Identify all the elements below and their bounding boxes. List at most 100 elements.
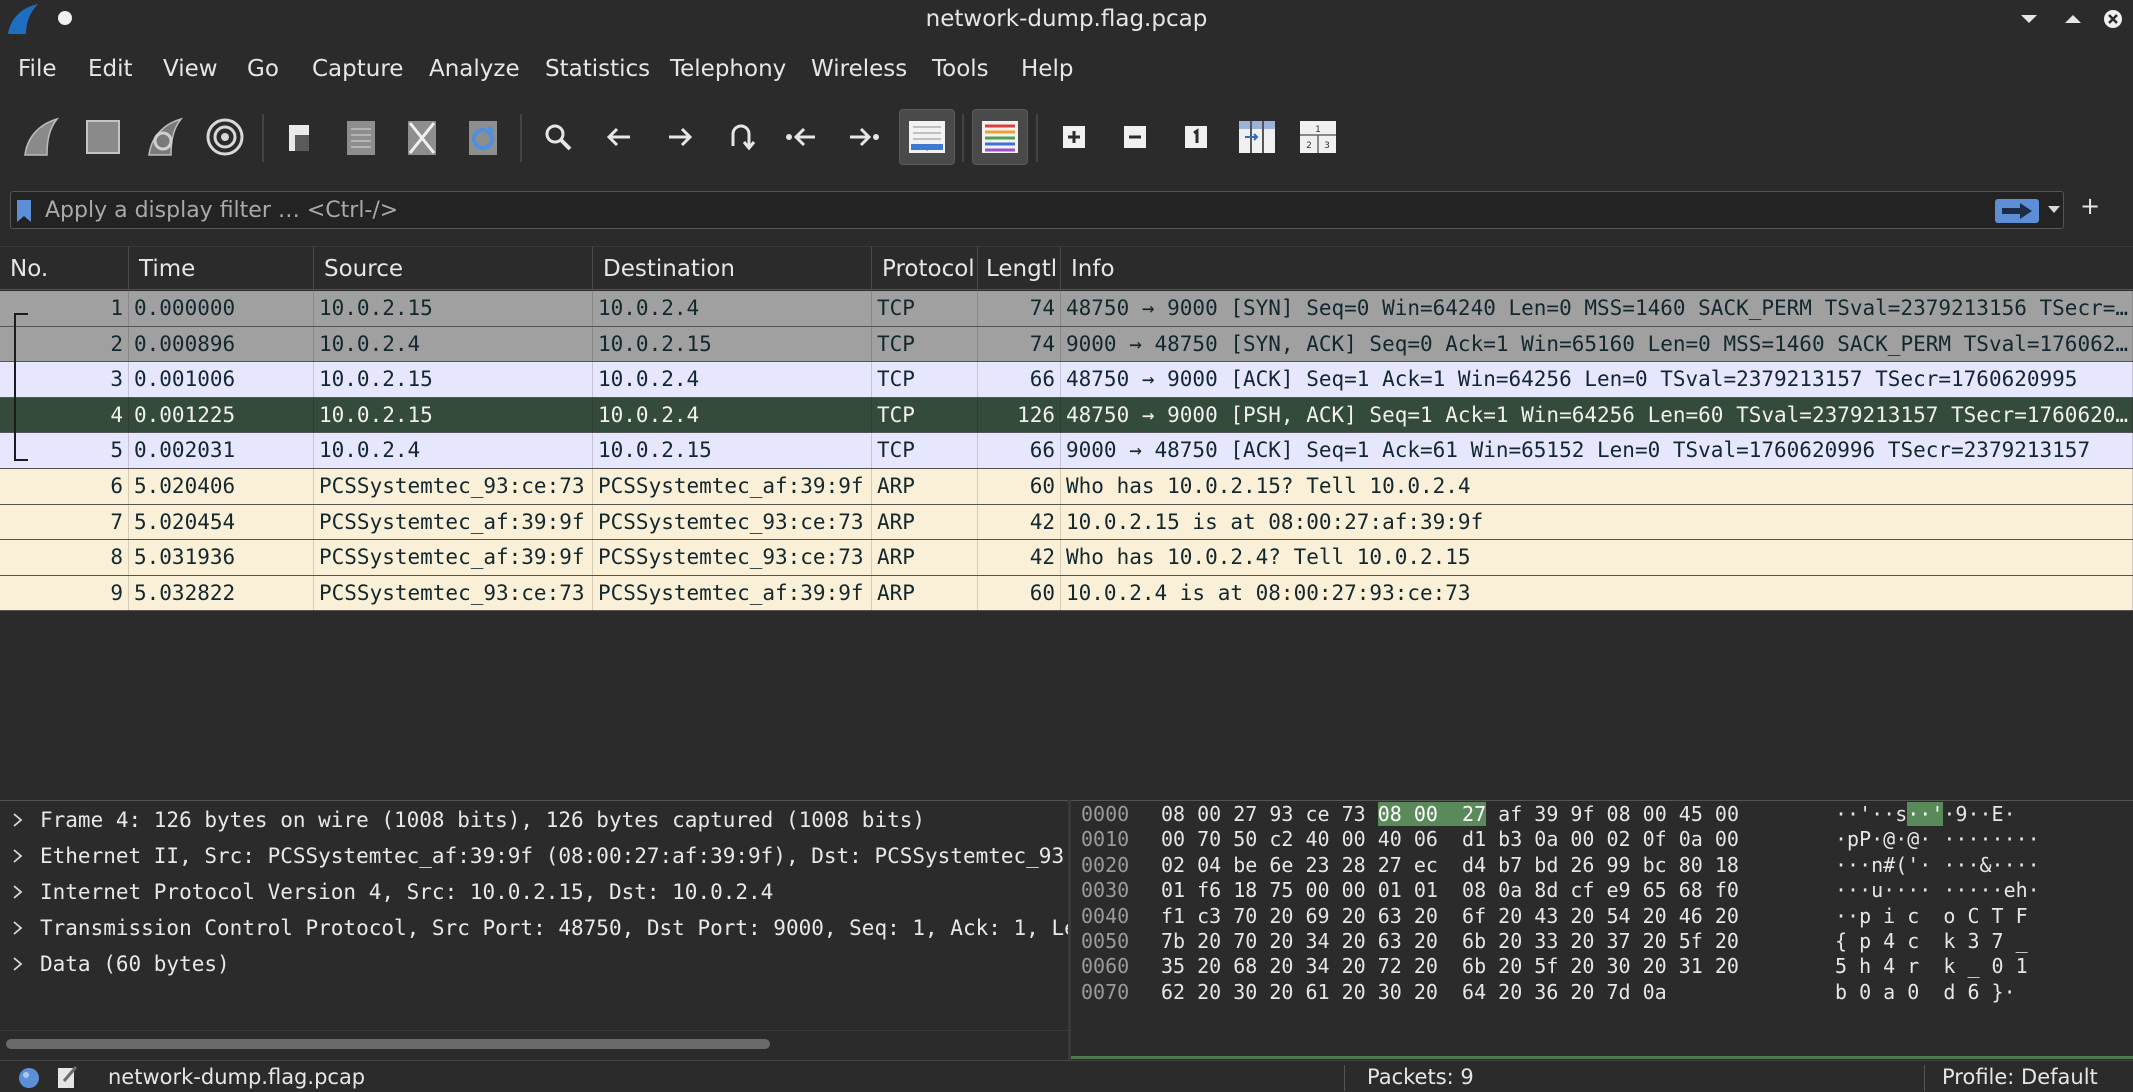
column-time[interactable]: Time <box>129 247 314 291</box>
menu-tools[interactable]: Tools <box>932 56 989 82</box>
resize-columns-button[interactable] <box>1232 112 1282 162</box>
apply-filter-button[interactable] <box>1995 199 2039 223</box>
chevron-right-icon[interactable] <box>12 813 24 827</box>
save-file-button[interactable] <box>336 112 386 162</box>
capture-comment-icon[interactable] <box>56 1065 78 1089</box>
go-to-packet-button[interactable] <box>716 112 766 162</box>
reload-file-button[interactable] <box>458 112 508 162</box>
resize-columns-icon <box>1239 121 1275 153</box>
packet-row[interactable]: 4 0.001225 10.0.2.15 10.0.2.4 TCP 126 48750 → … <box>0 397 2133 434</box>
bytes-ascii[interactable]: 5 h 4 r k _ 0 1 <box>1835 954 2040 979</box>
display-filter-input[interactable] <box>45 194 1995 226</box>
details-tree-item[interactable]: Frame 4: 126 bytes on wire (1008 bits), … <box>0 802 1068 838</box>
bytes-hex[interactable]: 62 20 30 20 61 20 30 20 64 20 36 20 7d 0… <box>1161 980 1667 1005</box>
bytes-hex[interactable]: 02 04 be 6e 23 28 27 ec d4 b7 bd 26 99 b… <box>1161 853 1739 878</box>
bytes-ascii[interactable]: ···u···· ·····eh· <box>1835 878 2040 903</box>
menu-go[interactable]: Go <box>247 56 279 82</box>
packet-cell-protocol: TCP <box>872 291 978 326</box>
zoom-out-button[interactable] <box>1110 112 1160 162</box>
packet-cell-destination: PCSSystemtec_af:39:9f <box>593 575 872 611</box>
expert-info-icon[interactable] <box>18 1067 40 1089</box>
bytes-hex[interactable]: 00 70 50 c2 40 00 40 06 d1 b3 0a 00 02 0… <box>1161 827 1739 852</box>
close-window-icon[interactable] <box>2100 6 2126 32</box>
bytes-ascii[interactable]: { p 4 c k 3 7 _ <box>1835 929 2040 954</box>
details-tree-item[interactable]: Data (60 bytes) <box>0 946 1068 982</box>
zoom-normal-button[interactable] <box>1171 112 1221 162</box>
menu-statistics[interactable]: Statistics <box>545 56 650 82</box>
column-no[interactable]: No. <box>0 247 129 291</box>
maximize-icon[interactable] <box>2060 6 2086 32</box>
stop-capture-button[interactable] <box>78 112 128 162</box>
column-info[interactable]: Info <box>1061 247 2133 291</box>
bytes-hex[interactable]: 7b 20 70 20 34 20 63 20 6b 20 33 20 37 2… <box>1161 929 1739 954</box>
column-protocol[interactable]: Protocol <box>872 247 978 291</box>
packet-row[interactable]: 8 5.031936 PCSSystemtec_af:39:9f PCSSystemt… <box>0 540 2133 576</box>
go-back-button[interactable] <box>594 112 644 162</box>
details-tree-item[interactable]: Internet Protocol Version 4, Src: 10.0.2… <box>0 874 1068 910</box>
go-forward-button[interactable] <box>655 112 705 162</box>
minimize-icon[interactable] <box>2016 6 2042 32</box>
close-file-button[interactable] <box>397 112 447 162</box>
packet-cell-length: 42 <box>978 540 1061 576</box>
packet-row[interactable]: 7 5.020454 PCSSystemtec_af:39:9f PCSSystemt… <box>0 504 2133 541</box>
bytes-ascii[interactable]: ·pP·@·@· ········ <box>1835 827 2040 852</box>
details-horizontal-scrollbar[interactable] <box>0 1030 1068 1054</box>
packet-cell-info: 48750 → 9000 [ACK] Seq=1 Ack=1 Win=64256… <box>1061 362 2133 398</box>
packet-row[interactable]: 3 0.001006 10.0.2.15 10.0.2.4 TCP 66 48750 → 9… <box>0 362 2133 398</box>
menu-edit[interactable]: Edit <box>88 56 133 82</box>
chevron-right-icon[interactable] <box>12 885 24 899</box>
go-first-packet-button[interactable] <box>777 112 827 162</box>
chevron-down-icon[interactable] <box>2047 205 2061 215</box>
bytes-offset: 0050 <box>1081 929 1130 953</box>
scrollbar-thumb[interactable] <box>6 1039 770 1049</box>
menu-file[interactable]: File <box>18 56 57 82</box>
bytes-hex[interactable]: f1 c3 70 20 69 20 63 20 6f 20 43 20 54 2… <box>1161 904 1739 929</box>
bookmark-icon[interactable] <box>17 200 31 222</box>
bytes-ascii[interactable]: b 0 a 0 d 6 }· <box>1835 980 2016 1005</box>
start-capture-button[interactable] <box>16 112 66 162</box>
packet-cell-protocol: ARP <box>872 540 978 576</box>
auto-scroll-button[interactable] <box>899 109 955 165</box>
bytes-ascii[interactable]: ···n#('· ···&···· <box>1835 853 2040 878</box>
details-tree-item[interactable]: Ethernet II, Src: PCSSystemtec_af:39:9f … <box>0 838 1068 874</box>
restart-capture-button[interactable] <box>140 112 190 162</box>
bytes-offset: 0040 <box>1081 903 1130 928</box>
chevron-right-icon[interactable] <box>12 849 24 863</box>
packet-row[interactable]: 2 0.000896 10.0.2.4 10.0.2.15 TCP 74 9000 → 48… <box>0 326 2133 363</box>
colorize-button[interactable] <box>972 109 1028 165</box>
chevron-right-icon[interactable] <box>12 957 24 971</box>
layout-panes-button[interactable]: 12 3 <box>1293 112 1343 162</box>
column-length[interactable]: Lengtl <box>978 247 1061 291</box>
column-destination[interactable]: Destination <box>593 247 872 291</box>
go-last-packet-button[interactable] <box>838 112 888 162</box>
capture-options-button[interactable] <box>200 112 250 162</box>
chevron-right-icon[interactable] <box>12 921 24 935</box>
packet-row[interactable]: 9 5.032822 PCSSystemtec_93:ce:73 PCSSystemt… <box>0 575 2133 612</box>
bytes-hex[interactable]: 35 20 68 20 34 20 72 20 6b 20 5f 20 30 2… <box>1161 954 1739 979</box>
bytes-hex[interactable]: 08 00 27 93 ce 73 08 00 27 af 39 9f 08 0… <box>1161 802 1739 827</box>
status-separator <box>1924 1065 1925 1091</box>
open-file-button[interactable] <box>274 112 324 162</box>
menu-telephony[interactable]: Telephony <box>670 56 786 82</box>
menu-analyze[interactable]: Analyze <box>429 56 520 82</box>
zoom-in-button[interactable] <box>1049 112 1099 162</box>
bytes-hex[interactable]: 01 f6 18 75 00 00 01 01 08 0a 8d cf e9 6… <box>1161 878 1739 903</box>
find-packet-button[interactable] <box>533 112 583 162</box>
menu-view[interactable]: View <box>163 56 218 82</box>
bytes-ascii[interactable]: ··p i c o C T F <box>1835 904 2040 929</box>
add-filter-button[interactable]: + <box>2080 192 2100 220</box>
menu-help[interactable]: Help <box>1021 56 1073 82</box>
packet-row[interactable]: 5 0.002031 10.0.2.4 10.0.2.15 TCP 66 9000 → 48… <box>0 433 2133 469</box>
ascii-text: ··'··s <box>1835 802 1908 826</box>
packet-row[interactable]: 1 0.000000 10.0.2.15 10.0.2.4 TCP 74 48750 → 9… <box>0 291 2133 327</box>
menu-capture[interactable]: Capture <box>312 56 403 82</box>
bytes-offset: 0060 <box>1081 954 1130 979</box>
menu-wireless[interactable]: Wireless <box>811 56 907 82</box>
details-tree-item[interactable]: Transmission Control Protocol, Src Port:… <box>0 910 1068 946</box>
packet-row[interactable]: 6 5.020406 PCSSystemtec_93:ce:73 PCSSystemt… <box>0 469 2133 505</box>
status-profile[interactable]: Profile: Default <box>1942 1065 2098 1089</box>
bytes-ascii[interactable]: ··'··s··'·9··E· <box>1835 802 2016 827</box>
column-source[interactable]: Source <box>314 247 593 291</box>
packet-cell-source: 10.0.2.4 <box>314 326 593 362</box>
hex-text: 08 00 27 93 ce 73 <box>1161 802 1378 826</box>
